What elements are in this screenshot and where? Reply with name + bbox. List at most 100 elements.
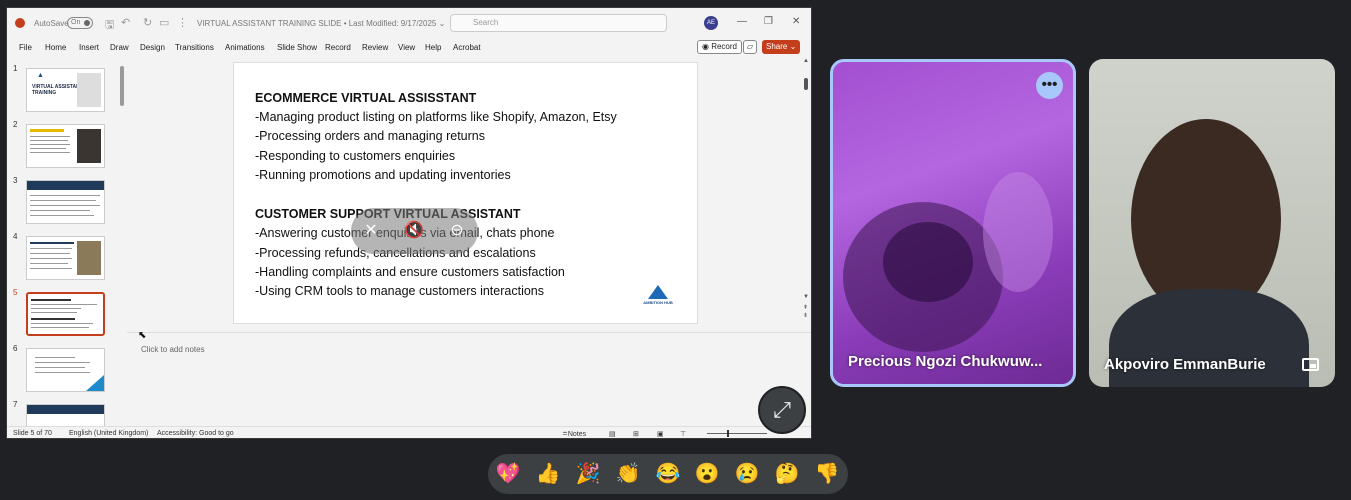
slide-heading: ECOMMERCE VIRTUAL ASSISSTANT [255,91,477,105]
tab-animations[interactable]: Animations [225,43,265,52]
user-avatar[interactable]: AE [704,16,718,30]
slide-count: Slide 5 of 70 [13,430,52,437]
tab-draw[interactable]: Draw [110,43,129,52]
participant-tile[interactable]: Akpoviro EmmanBurie [1089,59,1335,387]
tab-design[interactable]: Design [140,43,165,52]
title-bar: AutoSave On 🖫 ↶ ↻ ▭ ⋮ VIRTUAL ASSISTANT … [7,8,811,38]
slide-bullet: -Running promotions and updating invento… [255,168,511,182]
search-input[interactable]: Search [450,14,667,32]
laughing-reaction[interactable]: 😂 [655,461,681,487]
maximize-icon[interactable]: ❐ [764,16,773,27]
crying-reaction[interactable]: 😢 [734,461,760,487]
scroll-down-icon[interactable]: ▼ [803,294,809,300]
mute-icon[interactable]: 🔇 [404,221,424,241]
slide-bullet: -Using CRM tools to manage customers int… [255,284,545,298]
notes-toggle[interactable]: ≐Notes [562,430,586,438]
thinking-reaction[interactable]: 🤔 [774,461,800,487]
minimize-icon[interactable]: — [737,16,747,27]
thumbnail-scrollbar[interactable] [120,66,124,106]
tab-transitions[interactable]: Transitions [175,43,214,52]
prev-slide-icon[interactable]: ⇞ [803,304,808,311]
laptop-image [77,73,101,107]
zoom-knob[interactable] [727,430,729,437]
thumbnail-preview [26,348,105,392]
slide-number: 6 [13,344,18,353]
tab-acrobat[interactable]: Acrobat [453,43,481,52]
thumbnail-preview: ▲ VIRTUAL ASSISTANT TRAINING [26,68,105,112]
slide-thumbnail-pane: 1 ▲ VIRTUAL ASSISTANT TRAINING 2 3 4 5 6… [7,60,122,438]
thumbnail-preview [26,236,105,280]
normal-view-icon[interactable]: ▤ [609,430,616,438]
reading-view-icon[interactable]: ▣ [657,430,664,438]
video-overlay-controls: ✕ 🔇 ⊖ [351,208,478,254]
slide-number: 3 [13,176,18,185]
tab-review[interactable]: Review [362,43,388,52]
slide-thumbnail-selected[interactable]: 5 [7,286,122,338]
autosave-label: AutoSave [34,19,69,28]
redo-icon[interactable]: ↻ [143,16,152,29]
thumbnail-preview [26,292,105,336]
unpin-icon[interactable]: ✕ [361,221,381,241]
status-bar: Slide 5 of 70 English (United Kingdom) A… [7,426,811,438]
slide-scrollbar[interactable] [804,78,808,90]
slide-sorter-icon[interactable]: ⊞ [633,430,639,438]
slide-thumbnail[interactable]: 6 [7,342,122,394]
comments-icon[interactable]: ▱ [743,40,757,54]
powerpoint-logo-icon [15,18,25,28]
tab-file[interactable]: File [19,43,32,52]
slide-thumbnail[interactable]: 4 [7,230,122,282]
zoom-slider[interactable] [707,433,767,434]
share-button[interactable]: Share ⌄ [762,40,801,54]
customize-qa-icon[interactable]: ⋮ [177,16,188,29]
thumbnail-preview [26,180,105,224]
slide-thumbnail[interactable]: 1 ▲ VIRTUAL ASSISTANT TRAINING [7,62,122,114]
powerpoint-window: AutoSave On 🖫 ↶ ↻ ▭ ⋮ VIRTUAL ASSISTANT … [6,7,812,439]
slide-bullet: -Handling complaints and ensure customer… [255,265,565,279]
slide-number: 1 [13,64,18,73]
party-popper-reaction[interactable]: 🎉 [575,461,601,487]
close-icon[interactable]: ✕ [792,16,800,27]
thumbs-up-reaction[interactable]: 👍 [535,461,561,487]
more-options-button[interactable]: ••• [1036,72,1063,99]
tab-home[interactable]: Home [45,43,66,52]
record-button[interactable]: Record [697,40,742,54]
mouse-cursor-icon: ⬉ [138,330,147,341]
thumbs-down-reaction[interactable]: 👎 [814,461,840,487]
accessibility-indicator[interactable]: Accessibility: Good to go [157,430,234,437]
remove-icon[interactable]: ⊖ [447,221,467,241]
reactions-bar: 💖 👍 🎉 👏 😂 😮 😢 🤔 👎 [488,454,848,494]
tab-insert[interactable]: Insert [79,43,99,52]
slide-canvas[interactable]: ECOMMERCE VIRTUAL ASSISSTANT -Managing p… [233,62,698,324]
present-icon[interactable]: ▭ [159,16,169,29]
expand-icon[interactable]: ⤢ [758,386,806,434]
slide-thumbnail[interactable]: 3 [7,174,122,226]
surprised-reaction[interactable]: 😮 [694,461,720,487]
save-icon[interactable]: 🖫 [105,16,114,35]
tab-slide-show[interactable]: Slide Show [277,43,317,52]
slideshow-icon[interactable]: ⊤ [680,430,686,438]
tab-help[interactable]: Help [425,43,441,52]
scroll-up-icon[interactable]: ▲ [803,58,809,64]
slide-number: 7 [13,400,18,409]
notes-placeholder: Click to add notes [141,345,205,354]
logo-text: AMBITION HUB [643,300,673,305]
tab-record[interactable]: Record [325,43,351,52]
slide-thumbnail[interactable]: 2 [7,118,122,170]
ambition-hub-logo: AMBITION HUB [638,285,678,309]
document-title[interactable]: VIRTUAL ASSISTANT TRAINING SLIDE • Last … [197,19,445,28]
slide-number: 4 [13,232,18,241]
autosave-toggle[interactable]: On [67,17,93,29]
undo-icon[interactable]: ↶ [121,16,130,29]
sparkling-heart-reaction[interactable]: 💖 [495,461,521,487]
thumbnail-preview [26,124,105,168]
notes-pane[interactable]: Click to add notes [127,332,811,426]
participant-tile[interactable]: ••• Precious Ngozi Chukwuw... [830,59,1076,387]
logo-icon: ▲ [37,72,44,79]
slide-bullet: -Processing orders and managing returns [255,129,485,143]
next-slide-icon[interactable]: ⇟ [803,312,808,319]
picture-in-picture-icon[interactable] [1302,358,1319,371]
slide-number: 2 [13,120,18,129]
clapping-reaction[interactable]: 👏 [615,461,641,487]
tab-view[interactable]: View [398,43,415,52]
language-indicator[interactable]: English (United Kingdom) [69,430,148,437]
